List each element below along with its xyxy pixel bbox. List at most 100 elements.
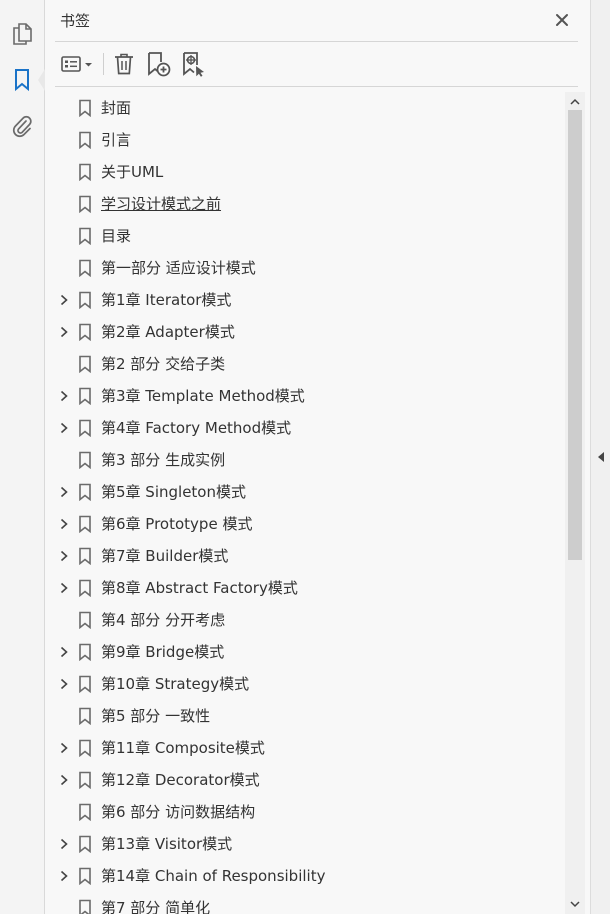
options-menu-button[interactable] xyxy=(59,50,97,78)
vertical-scrollbar[interactable] xyxy=(565,92,585,914)
bookmark-row[interactable]: 第4 部分 分开考虑 xyxy=(45,604,565,636)
chevron-up-icon xyxy=(570,98,580,105)
bookmark-row[interactable]: 第14章 Chain of Responsibility xyxy=(45,860,565,892)
list-options-icon xyxy=(61,56,92,72)
bookmark-row[interactable]: 第1章 Iterator模式 xyxy=(45,284,565,316)
chevron-right-icon xyxy=(60,486,68,498)
bookmark-row[interactable]: 第7章 Builder模式 xyxy=(45,540,565,572)
expand-toggle[interactable] xyxy=(57,677,71,691)
bookmark-label: 第7 部分 简单化 xyxy=(101,899,211,914)
bookmark-row[interactable]: 第6 部分 访问数据结构 xyxy=(45,796,565,828)
chevron-right-icon xyxy=(60,646,68,658)
close-panel-button[interactable] xyxy=(551,9,573,31)
expand-toggle[interactable] xyxy=(57,645,71,659)
new-bookmark-icon xyxy=(148,52,171,77)
bookmark-label: 目录 xyxy=(101,227,132,245)
expand-toggle[interactable] xyxy=(57,869,71,883)
bookmark-label: 第3章 Template Method模式 xyxy=(101,387,305,405)
expand-toggle[interactable] xyxy=(57,549,71,563)
expand-toggle[interactable] xyxy=(57,485,71,499)
bookmark-icon xyxy=(79,835,91,853)
bookmark-icon xyxy=(79,419,91,437)
bookmark-row[interactable]: 关于UML xyxy=(45,156,565,188)
close-icon xyxy=(556,14,568,26)
bookmark-row[interactable]: 第3章 Template Method模式 xyxy=(45,380,565,412)
bookmark-row[interactable]: 第12章 Decorator模式 xyxy=(45,764,565,796)
bookmark-icon xyxy=(79,803,91,821)
bookmark-row[interactable]: 第3 部分 生成实例 xyxy=(45,444,565,476)
bookmark-icon xyxy=(79,131,91,149)
bookmarks-panel: 书签 封面 引言 关于UML 学习设计模式之前 目录 第一部分 适应设计模式 第… xyxy=(45,0,590,914)
bookmark-row[interactable]: 第一部分 适应设计模式 xyxy=(45,252,565,284)
bookmark-label: 引言 xyxy=(101,131,132,149)
bookmark-label: 第6 部分 访问数据结构 xyxy=(101,803,256,821)
expand-toggle[interactable] xyxy=(57,421,71,435)
bookmark-icon xyxy=(79,611,91,629)
bookmark-row[interactable]: 第7 部分 简单化 xyxy=(45,892,565,914)
bookmark-icon xyxy=(79,259,91,277)
bookmark-icon xyxy=(79,291,91,309)
attachments-button[interactable] xyxy=(8,112,36,140)
bookmark-row[interactable]: 第5 部分 一致性 xyxy=(45,700,565,732)
bookmark-label: 第6章 Prototype 模式 xyxy=(101,515,253,533)
chevron-right-icon xyxy=(60,422,68,434)
bookmark-icon xyxy=(79,899,91,914)
bookmark-row[interactable]: 第4章 Factory Method模式 xyxy=(45,412,565,444)
expand-toggle[interactable] xyxy=(57,741,71,755)
bookmark-label: 第11章 Composite模式 xyxy=(101,739,265,757)
bookmark-row[interactable]: 第5章 Singleton模式 xyxy=(45,476,565,508)
delete-bookmark-button[interactable] xyxy=(111,50,137,78)
bookmark-icon xyxy=(15,69,29,92)
bookmark-label: 第5 部分 一致性 xyxy=(101,707,211,725)
bookmark-row[interactable]: 第10章 Strategy模式 xyxy=(45,668,565,700)
bookmark-icon xyxy=(79,163,91,181)
bookmark-row[interactable]: 学习设计模式之前 xyxy=(45,188,565,220)
chevron-right-icon xyxy=(60,838,68,850)
bookmark-icon xyxy=(79,483,91,501)
expand-toggle[interactable] xyxy=(57,389,71,403)
expand-toggle[interactable] xyxy=(57,773,71,787)
bookmark-row[interactable]: 第2章 Adapter模式 xyxy=(45,316,565,348)
expand-toggle[interactable] xyxy=(57,325,71,339)
chevron-right-icon xyxy=(60,678,68,690)
bookmark-row[interactable]: 目录 xyxy=(45,220,565,252)
scroll-down-button[interactable] xyxy=(565,896,585,912)
bookmark-label: 第8章 Abstract Factory模式 xyxy=(101,579,298,597)
bookmarks-tree: 封面引言关于UML 学习设计模式之前目录第一部分 适应设计模式第1章 Iterat… xyxy=(45,92,565,914)
bookmark-icon xyxy=(79,739,91,757)
scroll-up-button[interactable] xyxy=(565,94,585,110)
chevron-right-icon xyxy=(60,582,68,594)
expand-toggle[interactable] xyxy=(57,293,71,307)
collapse-panel-handle[interactable] xyxy=(595,447,607,467)
scrollbar-thumb[interactable] xyxy=(568,110,582,560)
bookmark-label: 第4章 Factory Method模式 xyxy=(101,419,292,437)
bookmark-label: 关于UML xyxy=(101,163,164,181)
bookmark-row[interactable]: 第13章 Visitor模式 xyxy=(45,828,565,860)
toolbar-divider xyxy=(103,53,104,75)
new-bookmark-button[interactable] xyxy=(144,50,172,78)
chevron-right-icon xyxy=(60,518,68,530)
bookmark-row[interactable]: 第2 部分 交给子类 xyxy=(45,348,565,380)
bookmark-row[interactable]: 第9章 Bridge模式 xyxy=(45,636,565,668)
trash-icon xyxy=(115,53,133,75)
expand-toggle[interactable] xyxy=(57,517,71,531)
find-current-bookmark-icon xyxy=(183,52,204,77)
expand-toggle[interactable] xyxy=(57,581,71,595)
triangle-left-icon xyxy=(598,452,604,462)
bookmark-icon xyxy=(79,547,91,565)
bookmark-row[interactable]: 第8章 Abstract Factory模式 xyxy=(45,572,565,604)
bookmarks-panel-button[interactable] xyxy=(8,66,45,94)
chevron-right-icon xyxy=(60,294,68,306)
bookmark-row[interactable]: 第6章 Prototype 模式 xyxy=(45,508,565,540)
bookmark-icon xyxy=(79,579,91,597)
right-pane-strip xyxy=(590,0,610,914)
expand-current-bookmark-button[interactable] xyxy=(179,50,207,78)
expand-toggle[interactable] xyxy=(57,837,71,851)
bookmark-icon xyxy=(79,355,91,373)
bookmark-row[interactable]: 封面 xyxy=(45,92,565,124)
page-thumbnails-button[interactable] xyxy=(8,20,36,48)
bookmark-row[interactable]: 第11章 Composite模式 xyxy=(45,732,565,764)
bookmark-row[interactable]: 引言 xyxy=(45,124,565,156)
bookmark-label: 第1章 Iterator模式 xyxy=(101,291,232,309)
bookmark-label: 第5章 Singleton模式 xyxy=(101,483,246,501)
